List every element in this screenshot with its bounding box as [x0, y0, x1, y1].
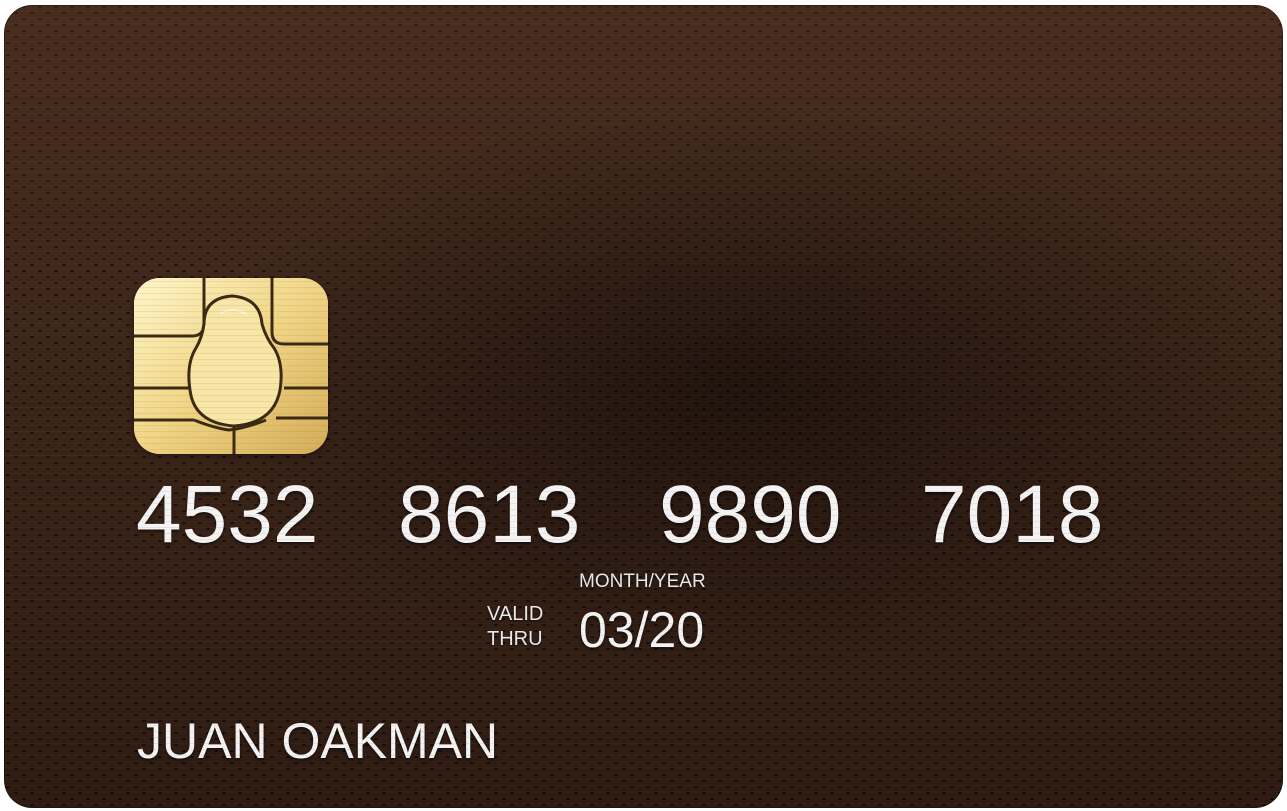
- credit-card: 4532 8613 9890 7018 MONTH/YEAR VALID THR…: [4, 5, 1283, 808]
- emv-chip-icon: [134, 278, 328, 454]
- card-number: 4532 8613 9890 7018: [136, 467, 1256, 563]
- expiry-caption: MONTH/YEAR: [579, 571, 706, 592]
- card-number-group-2: 8613: [398, 469, 581, 560]
- card-number-group-1: 4532: [136, 469, 319, 560]
- valid-thru-label: VALID THRU: [487, 602, 543, 652]
- valid-thru-label-line2: THRU: [487, 628, 543, 650]
- card-number-group-4: 7018: [921, 469, 1104, 560]
- cardholder-name: JUAN OAKMAN: [137, 713, 499, 769]
- valid-thru-label-line1: VALID: [487, 603, 544, 625]
- card-number-group-3: 9890: [659, 469, 842, 560]
- expiry-date: 03/20: [579, 602, 705, 658]
